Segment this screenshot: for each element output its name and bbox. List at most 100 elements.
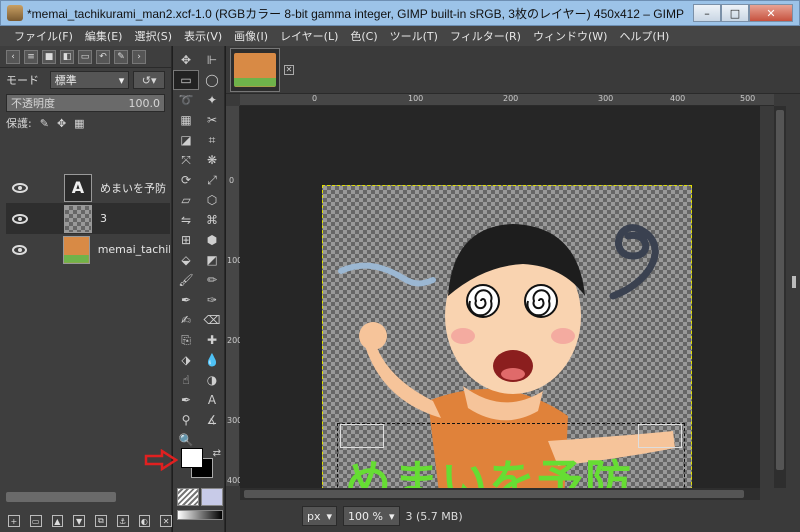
horizontal-ruler[interactable]: 0 100 200 300 400 500: [240, 94, 774, 106]
layer-name[interactable]: 3: [100, 212, 107, 225]
eye-icon[interactable]: [12, 213, 28, 224]
warp-tool-icon[interactable]: ❋: [199, 150, 225, 170]
handle-transform-tool-icon[interactable]: ⊞: [173, 230, 199, 250]
menu-help[interactable]: ヘルプ(H): [613, 28, 675, 44]
lock-alpha-icon[interactable]: ▦: [74, 117, 84, 130]
layer-row[interactable]: A めまいを予防: [6, 172, 170, 203]
perspective-clone-tool-icon[interactable]: ⬗: [173, 350, 199, 370]
dock-scrollbar[interactable]: [6, 492, 116, 502]
canvas-text[interactable]: めまいを予防: [345, 446, 633, 488]
clone-tool-icon[interactable]: ⎘: [173, 330, 199, 350]
lock-pixels-icon[interactable]: ✎: [40, 117, 49, 130]
align-tool-icon[interactable]: ⊩: [199, 50, 225, 70]
rect-select-tool-icon[interactable]: ▭: [173, 70, 199, 90]
new-group-icon[interactable]: ▭: [29, 515, 42, 527]
move-tool-icon[interactable]: ✥: [173, 50, 199, 70]
foreground-select-tool-icon[interactable]: ◪: [173, 130, 199, 150]
smudge-tool-icon[interactable]: ☝: [173, 370, 199, 390]
undo-history-tab-icon[interactable]: ↶: [96, 49, 110, 64]
ellipse-select-tool-icon[interactable]: ◯: [199, 70, 225, 90]
shear-tool-icon[interactable]: ▱: [173, 190, 199, 210]
image-tab[interactable]: [230, 47, 280, 92]
perspective-tool-icon[interactable]: ⬡: [199, 190, 225, 210]
color-picker-tool-icon[interactable]: ⚲: [173, 410, 199, 430]
close-button[interactable]: ✕: [749, 4, 793, 22]
lock-position-icon[interactable]: ✥: [57, 117, 66, 130]
delete-layer-icon[interactable]: ✕: [160, 515, 172, 527]
menu-filters[interactable]: フィルター(R): [444, 28, 527, 44]
ink-tool-icon[interactable]: ✑: [199, 290, 225, 310]
paths-tab-icon[interactable]: ▭: [78, 49, 92, 64]
layer-row[interactable]: 3: [6, 203, 170, 234]
fuzzy-select-tool-icon[interactable]: ✦: [199, 90, 225, 110]
chevron-left-icon[interactable]: ‹: [6, 49, 20, 64]
gradient-tool-icon[interactable]: ◩: [199, 250, 225, 270]
gradient-preview[interactable]: [177, 510, 223, 520]
pencil-tool-icon[interactable]: ✏: [199, 270, 225, 290]
unified-transform-tool-icon[interactable]: ⤧: [173, 150, 199, 170]
menu-windows[interactable]: ウィンドウ(W): [527, 28, 613, 44]
pattern-preview[interactable]: [201, 488, 223, 506]
rotate-tool-icon[interactable]: ⟳: [173, 170, 199, 190]
duplicate-layer-icon[interactable]: ⧉: [95, 515, 107, 527]
crop-tool-icon[interactable]: ⌗: [199, 130, 225, 150]
scissors-tool-icon[interactable]: ✂: [199, 110, 225, 130]
dock-resize-handle[interactable]: [792, 276, 796, 288]
zoom-select[interactable]: 100 % ▾: [343, 506, 400, 526]
menu-select[interactable]: 選択(S): [128, 28, 178, 44]
canvas[interactable]: めまいを予防: [240, 106, 760, 488]
foreground-color-swatch[interactable]: [181, 448, 203, 468]
brush-tab-icon[interactable]: ✎: [114, 49, 128, 64]
measure-tool-icon[interactable]: ∡: [199, 410, 225, 430]
mask-icon[interactable]: ◐: [138, 515, 151, 527]
vertical-scrollbar[interactable]: [774, 106, 786, 488]
new-layer-icon[interactable]: +: [8, 515, 20, 527]
brush-preview[interactable]: [177, 488, 199, 506]
paths-tool-icon[interactable]: ✒: [173, 390, 199, 410]
menu-colors[interactable]: 色(C): [344, 28, 383, 44]
menu-view[interactable]: 表示(V): [178, 28, 228, 44]
minimize-button[interactable]: –: [693, 4, 721, 22]
layers-tab-icon[interactable]: ■: [42, 49, 56, 64]
menu-tools[interactable]: ツール(T): [384, 28, 444, 44]
3d-transform-tool-icon[interactable]: ⬢: [199, 230, 225, 250]
dodge-burn-tool-icon[interactable]: ◑: [199, 370, 225, 390]
paintbrush-tool-icon[interactable]: 🖌: [173, 270, 199, 290]
vertical-ruler[interactable]: 0 100 200 300 400: [226, 106, 242, 486]
dock-menu-icon[interactable]: ≡: [24, 49, 38, 64]
composite-mode-select[interactable]: ↺▾: [133, 71, 165, 89]
horizontal-scrollbar[interactable]: [240, 488, 760, 500]
close-tab-icon[interactable]: ✕: [284, 64, 294, 75]
eye-icon[interactable]: [12, 244, 28, 255]
scale-tool-icon[interactable]: ⤢: [199, 170, 225, 190]
menu-edit[interactable]: 編集(E): [79, 28, 129, 44]
bucket-fill-tool-icon[interactable]: ⬙: [173, 250, 199, 270]
unit-select[interactable]: px ▾: [302, 506, 338, 526]
eye-icon[interactable]: [12, 182, 28, 193]
lasso-tool-icon[interactable]: ➰: [173, 90, 199, 110]
menu-layer[interactable]: レイヤー(L): [274, 28, 344, 44]
layer-row[interactable]: memai_tachik: [6, 234, 170, 265]
blur-tool-icon[interactable]: 💧: [199, 350, 225, 370]
mypaint-brush-tool-icon[interactable]: ✍: [173, 310, 199, 330]
color-select-tool-icon[interactable]: ▦: [173, 110, 199, 130]
channels-tab-icon[interactable]: ◧: [60, 49, 74, 64]
maximize-button[interactable]: □: [721, 4, 749, 22]
flip-tool-icon[interactable]: ⇋: [173, 210, 199, 230]
layer-name[interactable]: めまいを予防: [100, 180, 166, 196]
fg-bg-colors[interactable]: ⇄: [181, 448, 221, 484]
lower-layer-icon[interactable]: ▼: [73, 515, 85, 527]
heal-tool-icon[interactable]: ✚: [199, 330, 225, 350]
swap-colors-icon[interactable]: ⇄: [213, 448, 221, 459]
anchor-icon[interactable]: ⚓: [116, 515, 129, 527]
layer-name[interactable]: memai_tachik: [98, 243, 170, 256]
menu-image[interactable]: 画像(I): [228, 28, 274, 44]
airbrush-tool-icon[interactable]: ✒: [173, 290, 199, 310]
text-tool-icon[interactable]: A: [199, 390, 225, 410]
opacity-slider[interactable]: 不透明度 100.0: [6, 94, 165, 112]
chevron-right-icon[interactable]: ›: [132, 49, 146, 64]
image-canvas[interactable]: めまいを予防: [322, 185, 692, 488]
eraser-tool-icon[interactable]: ⌫: [199, 310, 225, 330]
raise-layer-icon[interactable]: ▲: [51, 515, 64, 527]
menu-file[interactable]: ファイル(F): [8, 28, 79, 44]
